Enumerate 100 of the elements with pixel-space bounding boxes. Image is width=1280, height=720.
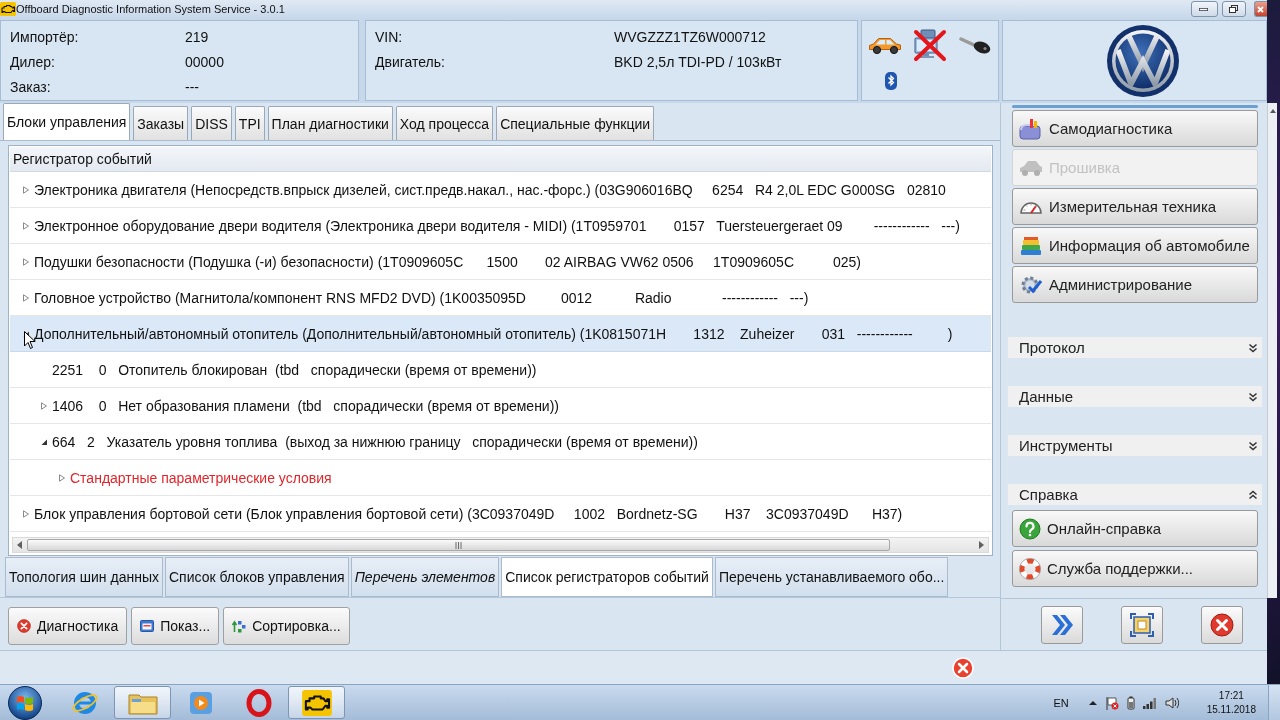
tree-item[interactable]: 664 2 Указатель уровня топлива (выход за нижнюю границу спорадически (время от времени)) xyxy=(10,424,991,460)
restore-button[interactable] xyxy=(1222,1,1246,17)
grip-icon xyxy=(455,541,462,549)
close-button[interactable] xyxy=(1254,1,1267,17)
collapsed-arrow-icon[interactable] xyxy=(22,257,30,266)
up-arrow-icon[interactable] xyxy=(1088,700,1097,705)
tree-item[interactable]: 2251 0 Отопитель блокирован (tbd спорадически (время от времени)) xyxy=(10,352,991,388)
tab[interactable]: DISS xyxy=(191,106,232,140)
section-header[interactable]: Данные xyxy=(1008,386,1262,407)
collapsed-arrow-icon[interactable] xyxy=(22,185,30,194)
error-icon xyxy=(952,656,974,679)
tab[interactable]: Специальные функции xyxy=(496,106,655,140)
speaker-icon[interactable] xyxy=(1164,696,1179,709)
tree-item[interactable]: Электронное оборудование двери водителя (Электроника двери водителя - MIDI) (1T0959701 0157 Tuersteuergeraet 09 ------------ ---) xyxy=(10,208,991,244)
sidebar-button[interactable]: Самодиагностика xyxy=(1012,110,1258,147)
horizontal-scrollbar[interactable] xyxy=(12,537,989,553)
cancel-icon xyxy=(1210,612,1234,637)
sidebar-button[interactable]: Измерительная техника xyxy=(1012,188,1258,225)
window-icon xyxy=(140,619,155,633)
minimize-icon xyxy=(1199,7,1208,11)
scroll-left-icon[interactable] xyxy=(17,541,22,549)
vertical-scrollbar[interactable] xyxy=(1267,103,1277,598)
section-header[interactable]: Справка xyxy=(1008,484,1262,505)
tree-item[interactable]: Подушки безопасности (Подушка (-и) безопасности) (1T0909605C 1500 02 AIRBAG VW62 0506 1T0909605C 025) xyxy=(10,244,991,280)
media-player-icon xyxy=(187,689,214,716)
frame-icon xyxy=(1130,612,1154,637)
sidebar-button[interactable]: Служба поддержки... xyxy=(1012,550,1258,587)
tree-item[interactable]: 1406 0 Нет образования пламени (tbd спорадически (время от времени)) xyxy=(10,388,991,424)
toolbar-button[interactable] xyxy=(1041,605,1083,644)
key-icon xyxy=(958,35,992,55)
tab[interactable]: Блоки управления xyxy=(3,103,131,140)
collapsed-arrow-icon[interactable] xyxy=(22,221,30,230)
tree-item[interactable]: Электроника двигателя (Непосредств.впрыск дизелей, сист.предв.накал., нас.-форс.) (03G906016BQ 6254 R4 2,0L EDC G000SG 02810 xyxy=(10,172,991,208)
signal-icon[interactable] xyxy=(1142,696,1157,709)
collapsed-arrow-icon[interactable] xyxy=(22,509,30,518)
view-tab[interactable]: Перечень устанавливаемого обо... xyxy=(714,557,949,597)
sidebar-button[interactable]: Онлайн-справка xyxy=(1012,510,1258,547)
view-tab[interactable]: Список блоков управления xyxy=(164,557,349,597)
collapsed-arrow-icon[interactable] xyxy=(22,293,30,302)
toolbar-button[interactable] xyxy=(1121,605,1163,644)
tree-item[interactable]: Стандартные параметрические условия xyxy=(10,460,991,496)
car-icon xyxy=(868,35,902,55)
field-label: VIN: xyxy=(375,28,404,45)
sort-icon xyxy=(232,619,247,633)
clock-time[interactable]: 17:21 xyxy=(1218,688,1244,703)
sidebar-button[interactable]: Информация об автомобиле xyxy=(1012,227,1258,264)
field-label: Заказ: xyxy=(10,78,52,95)
cancel-icon xyxy=(17,619,31,633)
ring-icon xyxy=(245,688,272,717)
field-value: BKD 2,5л TDI-PD / 103кВт xyxy=(614,53,782,70)
field-label: Дилер: xyxy=(10,53,56,70)
double-chevron-down-icon xyxy=(1248,342,1258,353)
minimize-button[interactable] xyxy=(1191,1,1218,17)
field-label: Двигатель: xyxy=(375,53,446,70)
double-chevron-down-icon xyxy=(1248,440,1258,451)
collapsed-arrow-icon[interactable] xyxy=(40,401,48,410)
field-label: Импортёр: xyxy=(10,28,80,45)
expanded-arrow-icon[interactable] xyxy=(40,437,48,446)
collapsed-arrow-icon[interactable] xyxy=(58,473,66,482)
crossed-out-computer-icon xyxy=(912,28,948,62)
action-button[interactable]: Сортировка... xyxy=(223,607,350,645)
lifebuoy-icon xyxy=(1019,557,1041,580)
start-icon xyxy=(8,685,42,720)
bluetooth-icon xyxy=(885,72,897,90)
toolbox-icon xyxy=(1019,117,1043,140)
flag-icon[interactable] xyxy=(1104,695,1119,710)
tab[interactable]: Ход процесса xyxy=(395,106,494,140)
window-title: Offboard Diagnostic Information System Service - 3.0.1 xyxy=(16,3,285,15)
view-tab[interactable]: Топология шин данных xyxy=(5,557,163,597)
scroll-right-icon[interactable] xyxy=(979,541,984,549)
action-button[interactable]: Показ... xyxy=(131,607,220,645)
action-button[interactable]: Диагностика xyxy=(8,607,128,645)
restore-icon xyxy=(1228,5,1238,13)
field-value: --- xyxy=(185,78,200,95)
double-chevron-up-icon xyxy=(1248,489,1258,500)
taskbar-button[interactable] xyxy=(288,686,345,719)
sidebar-button[interactable]: Администрирование xyxy=(1012,266,1258,303)
clock-date[interactable]: 15.11.2018 xyxy=(1206,702,1256,717)
tab[interactable]: Заказы xyxy=(133,106,189,140)
scroll-up-icon[interactable] xyxy=(1269,109,1276,113)
battery-icon[interactable] xyxy=(1126,695,1135,710)
field-value: WVGZZZ1TZ6W000712 xyxy=(614,28,767,45)
view-tab[interactable]: Список регистраторов событий xyxy=(501,557,713,597)
tree-item[interactable]: Блок управления бортовой сети (Блок управления бортовой сети) (3C0937049D 1002 Bordnetz-SG H37 3C0937049D H37) xyxy=(10,496,991,532)
view-tab[interactable]: Перечень элементов xyxy=(350,557,500,597)
section-header[interactable]: Инструменты xyxy=(1008,435,1262,456)
engine-icon xyxy=(0,2,16,16)
language-indicator[interactable]: EN xyxy=(1053,696,1069,709)
field-value: 219 xyxy=(185,28,210,45)
toolbar-button[interactable] xyxy=(1201,605,1243,644)
close-icon xyxy=(1256,5,1264,13)
tab[interactable]: План диагностики xyxy=(267,106,393,140)
scrollbar-thumb[interactable] xyxy=(27,539,890,551)
section-header[interactable]: Протокол xyxy=(1008,337,1262,358)
books-icon xyxy=(1019,234,1043,257)
tree-item[interactable]: Дополнительный/автономный отопитель (Дополнительный/автономный отопитель) (1K0815071H 1312 Zuheizer 031 ------------ ) xyxy=(10,316,991,352)
field-value: 00000 xyxy=(185,53,224,70)
tab[interactable]: TPI xyxy=(234,106,265,140)
panel-title: Регистратор событий xyxy=(10,147,991,172)
mouse-cursor-icon xyxy=(24,331,36,350)
